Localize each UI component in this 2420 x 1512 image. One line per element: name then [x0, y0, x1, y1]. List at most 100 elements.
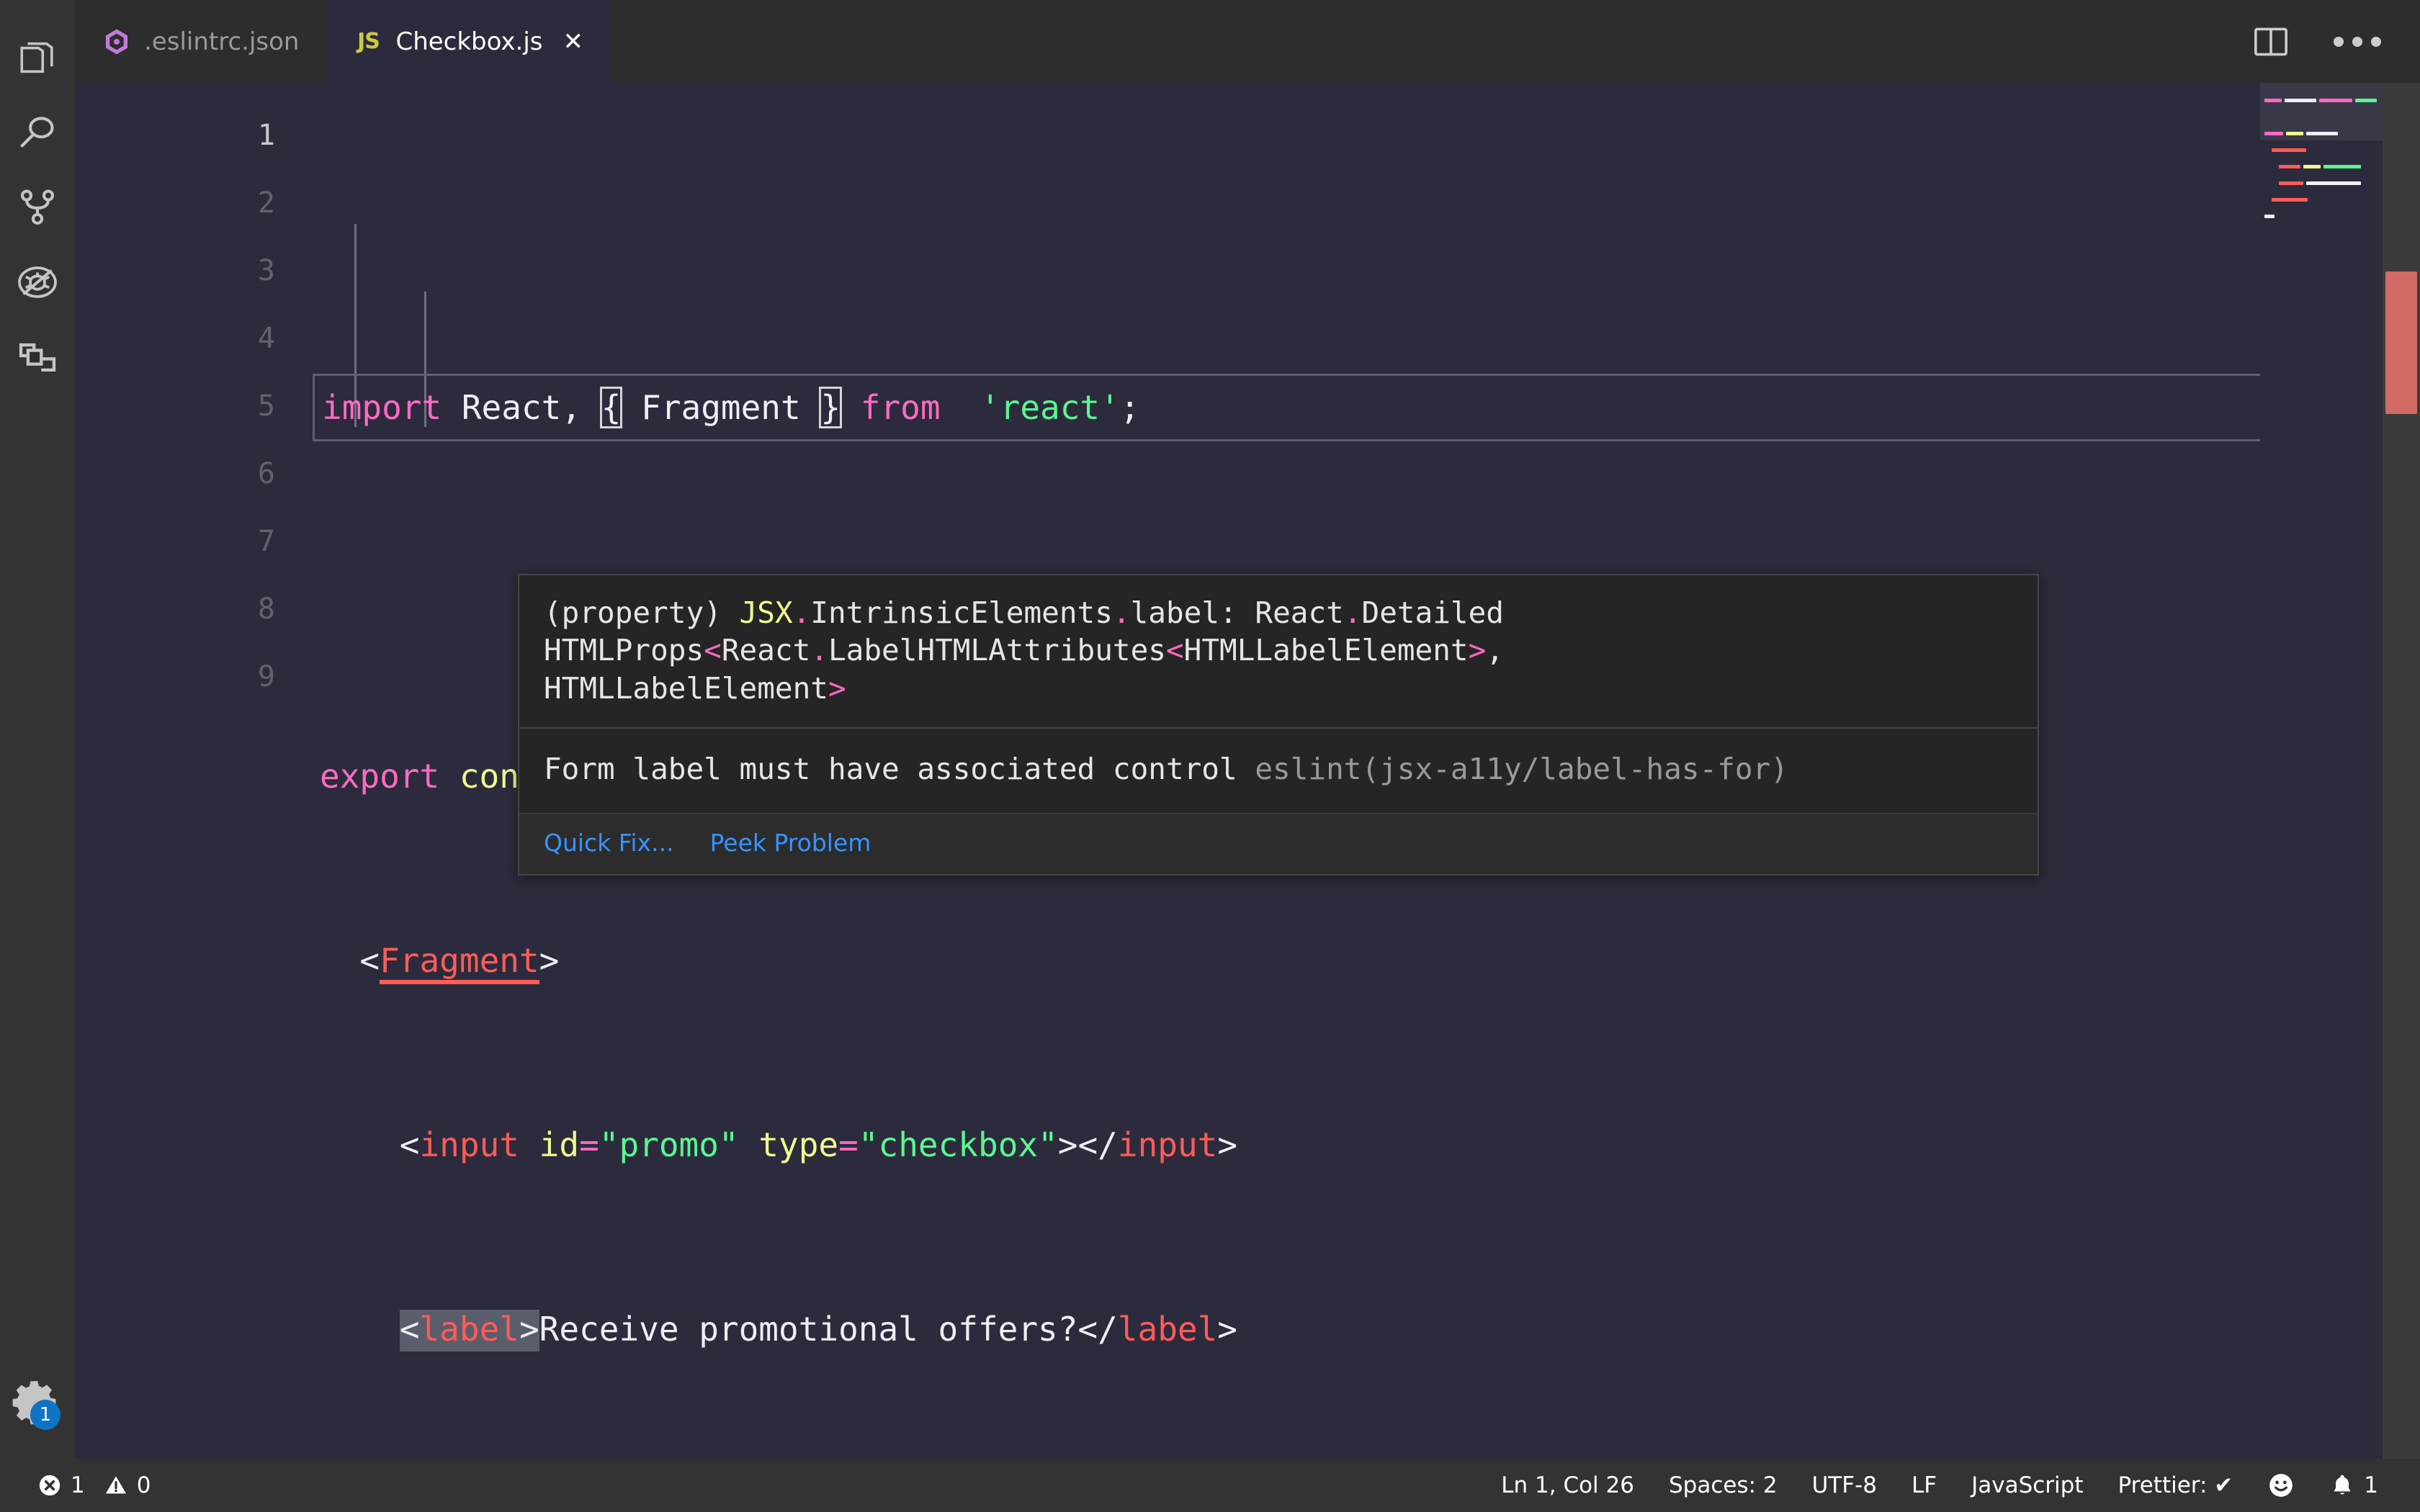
sig-gt: > — [828, 670, 846, 706]
hovered-label-token[interactable]: <label> — [399, 1310, 539, 1351]
sidebar-item-source-control[interactable] — [0, 170, 75, 245]
sig-lt: < — [1165, 633, 1184, 668]
peek-problem-link[interactable]: Peek Problem — [710, 829, 871, 857]
code-editor[interactable]: 1 2 3 4 5 6 7 8 9 import React, {Fragme… — [75, 83, 2420, 1459]
token-string: "promo" — [599, 1125, 739, 1164]
sidebar-item-extensions[interactable] — [0, 320, 75, 395]
tab-eslintrc-json[interactable]: .eslintrc.json — [75, 0, 327, 83]
status-prettier[interactable]: Prettier: ✔ — [2101, 1459, 2251, 1512]
close-icon[interactable]: ✕ — [563, 30, 584, 54]
token-punctuation: < — [359, 941, 380, 980]
status-problems[interactable]: 1 0 — [20, 1459, 168, 1512]
sidebar-item-explorer[interactable] — [0, 20, 75, 95]
line-number: 2 — [257, 186, 275, 220]
hover-message: Form label must have associated control … — [519, 729, 2038, 812]
sig-htmllabelelement: HTMLLabelElement — [1183, 633, 1469, 668]
quick-fix-link[interactable]: Quick Fix... — [544, 829, 674, 857]
status-bar: 1 0 Ln 1, Col 26 Spaces: 2 UTF-8 LF Java… — [0, 1459, 2420, 1512]
bell-icon — [2329, 1472, 2355, 1498]
code-line-4[interactable]: <Fragment> — [313, 927, 2420, 994]
tab-bar: .eslintrc.json JS Checkbox.js ✕ — [75, 0, 2420, 83]
extensions-icon — [17, 336, 58, 378]
status-encoding[interactable]: UTF-8 — [1795, 1459, 1894, 1512]
hover-signature: (property) JSX.IntrinsicElements.label: … — [519, 575, 2038, 727]
js-icon: JS — [354, 27, 382, 56]
token-punctuation: < — [399, 1125, 420, 1164]
token-tag: input — [1117, 1125, 1218, 1164]
token-keyword: export — [320, 757, 440, 796]
js-icon-text: JS — [357, 29, 380, 54]
smiley-icon — [2267, 1472, 2295, 1499]
files-icon — [17, 37, 58, 78]
sig-lt: < — [704, 633, 722, 668]
tab-label: .eslintrc.json — [144, 27, 300, 56]
diagnostic-message: Form label must have associated control — [544, 752, 1255, 787]
sig-detailed: Detailed — [1361, 595, 1504, 630]
manage-settings-button[interactable]: 1 — [0, 1365, 75, 1440]
line-number: 8 — [257, 593, 275, 626]
token-keyword: from — [841, 388, 961, 427]
status-feedback[interactable] — [2250, 1459, 2312, 1512]
settings-badge: 1 — [30, 1400, 60, 1430]
error-marker[interactable] — [2385, 271, 2417, 414]
sig-prefix: (property) — [544, 595, 740, 630]
token-operator: = — [838, 1125, 859, 1164]
sig-dot: . — [792, 595, 811, 630]
token-attribute: id — [519, 1125, 580, 1164]
token-punctuation: > — [1057, 1125, 1078, 1164]
sig-dot: . — [810, 633, 828, 668]
token-string: "checkbox" — [858, 1125, 1058, 1164]
tab-label: Checkbox.js — [395, 27, 543, 56]
token-punctuation: > — [1217, 1125, 1238, 1164]
activity-bar: 1 — [0, 0, 75, 1459]
sig-labelattrs: LabelHTMLAttributes — [828, 633, 1166, 668]
code-line-5[interactable]: <input id="promo" type="checkbox"></inpu… — [313, 1111, 2420, 1179]
hover-tooltip: (property) JSX.IntrinsicElements.label: … — [518, 574, 2039, 876]
warning-count: 0 — [136, 1472, 151, 1498]
sidebar-item-run-and-debug[interactable] — [0, 245, 75, 320]
sig-htmlprops: HTMLProps — [544, 633, 704, 668]
sidebar-item-search[interactable] — [0, 95, 75, 170]
token-punctuation: </ — [1077, 1310, 1118, 1349]
token-identifier: Fragment — [621, 388, 821, 427]
sig-dot: . — [1343, 595, 1362, 630]
split-editor-icon[interactable] — [2251, 22, 2290, 61]
token-bracket-close: } — [819, 387, 843, 428]
code-line-1[interactable]: import React, { Fragment } from 'react'; — [313, 374, 2305, 441]
error-count: 1 — [71, 1472, 85, 1498]
status-language-mode[interactable]: JavaScript — [1954, 1459, 2100, 1512]
sig-dot: . — [1112, 595, 1131, 630]
status-indentation[interactable]: Spaces: 2 — [1652, 1459, 1795, 1512]
code-line-6[interactable]: <label>Receive promotional offers?</labe… — [313, 1295, 2420, 1363]
token-tag: Fragment — [380, 941, 539, 984]
sig-react: React — [721, 633, 811, 668]
warning-icon — [104, 1473, 128, 1498]
status-bar-left: 1 0 — [0, 1459, 168, 1512]
token-punctuation: < — [399, 1310, 420, 1349]
sig-jsx: JSX — [739, 595, 793, 630]
token-tag: label — [419, 1310, 519, 1349]
editor-scrollbar[interactable] — [2383, 83, 2420, 1459]
line-number: 3 — [257, 254, 275, 287]
token-punctuation: > — [519, 1310, 539, 1349]
status-cursor-position[interactable]: Ln 1, Col 26 — [1484, 1459, 1652, 1512]
status-notifications[interactable]: 1 — [2312, 1459, 2396, 1512]
more-actions-icon[interactable] — [2334, 36, 2381, 47]
hover-actions: Quick Fix... Peek Problem — [519, 812, 2038, 874]
token-attribute: type — [738, 1125, 839, 1164]
editor-actions — [2251, 0, 2420, 83]
eslint-icon — [102, 27, 131, 56]
token-tag: label — [1117, 1310, 1218, 1349]
tab-checkbox-js[interactable]: JS Checkbox.js ✕ — [326, 0, 611, 83]
line-number-gutter: 1 2 3 4 5 6 7 8 9 — [75, 83, 313, 1459]
editor-group: .eslintrc.json JS Checkbox.js ✕ 1 2 3 4 … — [75, 0, 2420, 1459]
token-text: Receive promotional offers? — [539, 1310, 1078, 1349]
vscode-window: 1 .eslintrc.json JS Checkbox.js ✕ 1 2 3 … — [0, 0, 2420, 1512]
token-punctuation: > — [1217, 1310, 1237, 1349]
sig-label: label: React — [1130, 595, 1344, 630]
token-operator: = — [579, 1125, 599, 1164]
status-eol[interactable]: LF — [1894, 1459, 1954, 1512]
token-string: 'react' — [960, 388, 1120, 427]
sig-gt: > — [1468, 633, 1487, 668]
diagnostic-source: eslint(jsx-a11y/label-has-for) — [1255, 752, 1788, 787]
